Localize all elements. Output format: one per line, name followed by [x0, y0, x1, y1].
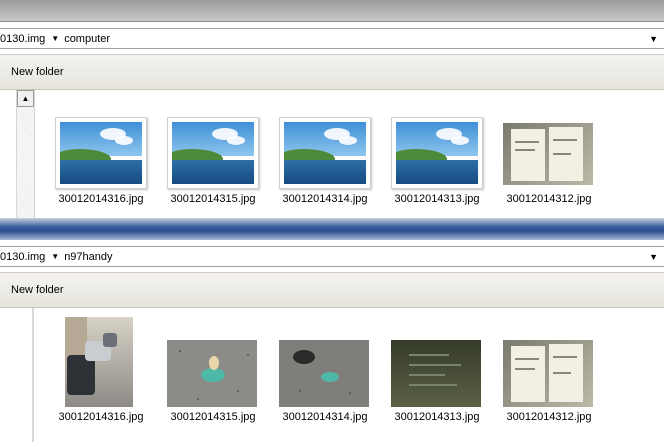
- address-dropdown-icon[interactable]: ▼: [649, 34, 658, 44]
- image-thumbnail[interactable]: [279, 117, 371, 189]
- street-photo-thumbnail[interactable]: [65, 317, 133, 407]
- pacifier-photo-thumbnail[interactable]: [167, 340, 257, 407]
- toolbar: New folder: [0, 272, 664, 308]
- breadcrumb-parent[interactable]: 0130.img: [0, 251, 45, 263]
- file-name[interactable]: 30012014315.jpg: [163, 193, 263, 205]
- dark-document-photo-thumbnail[interactable]: [391, 340, 481, 407]
- file-name[interactable]: 30012014316.jpg: [51, 193, 151, 205]
- breadcrumb-current[interactable]: n97handy: [64, 251, 112, 263]
- file-name[interactable]: 30012014312.jpg: [499, 193, 599, 205]
- file-name[interactable]: 30012014312.jpg: [499, 411, 599, 423]
- pacifier-photo-thumbnail[interactable]: [279, 340, 369, 407]
- document-photo-thumbnail[interactable]: [503, 340, 593, 407]
- file-list: ▲ 30012014316.jpg 30012014315.jpg 300120…: [0, 90, 664, 218]
- file-name[interactable]: 30012014313.jpg: [387, 411, 487, 423]
- new-folder-button[interactable]: New folder: [11, 66, 64, 78]
- document-photo-thumbnail[interactable]: [503, 123, 593, 185]
- toolbar: New folder: [0, 54, 664, 90]
- explorer-pane-computer: 0130.img ▼ computer ▼ New folder ▲ 30012…: [0, 22, 664, 218]
- file-name[interactable]: 30012014314.jpg: [275, 193, 375, 205]
- address-dropdown-icon[interactable]: ▼: [649, 252, 658, 262]
- file-list: 30012014316.jpg 30012014315.jpg 30012014…: [0, 308, 664, 442]
- address-bar[interactable]: 0130.img ▼ n97handy ▼: [0, 246, 664, 267]
- window-divider-title-bar: [0, 218, 664, 240]
- file-name[interactable]: 30012014315.jpg: [163, 411, 263, 423]
- scroll-up-arrow-icon[interactable]: ▲: [17, 90, 34, 107]
- landscape-thumbnail-image: [172, 122, 254, 184]
- image-thumbnail[interactable]: [55, 117, 147, 189]
- pane-separator: [32, 308, 34, 442]
- breadcrumb-arrow-icon[interactable]: ▼: [51, 252, 59, 261]
- image-thumbnail[interactable]: [391, 117, 483, 189]
- top-title-bar: [0, 0, 664, 22]
- landscape-thumbnail-image: [396, 122, 478, 184]
- file-name[interactable]: 30012014314.jpg: [275, 411, 375, 423]
- file-name[interactable]: 30012014313.jpg: [387, 193, 487, 205]
- breadcrumb-parent[interactable]: 0130.img: [0, 33, 45, 45]
- new-folder-button[interactable]: New folder: [11, 284, 64, 296]
- breadcrumb-arrow-icon[interactable]: ▼: [51, 34, 59, 43]
- scrollbar[interactable]: ▲: [16, 90, 35, 218]
- landscape-thumbnail-image: [60, 122, 142, 184]
- landscape-thumbnail-image: [284, 122, 366, 184]
- explorer-pane-n97handy: 0130.img ▼ n97handy ▼ New folder 3001201…: [0, 240, 664, 442]
- image-thumbnail[interactable]: [167, 117, 259, 189]
- breadcrumb-current[interactable]: computer: [64, 33, 110, 45]
- address-bar[interactable]: 0130.img ▼ computer ▼: [0, 28, 664, 49]
- file-name[interactable]: 30012014316.jpg: [51, 411, 151, 423]
